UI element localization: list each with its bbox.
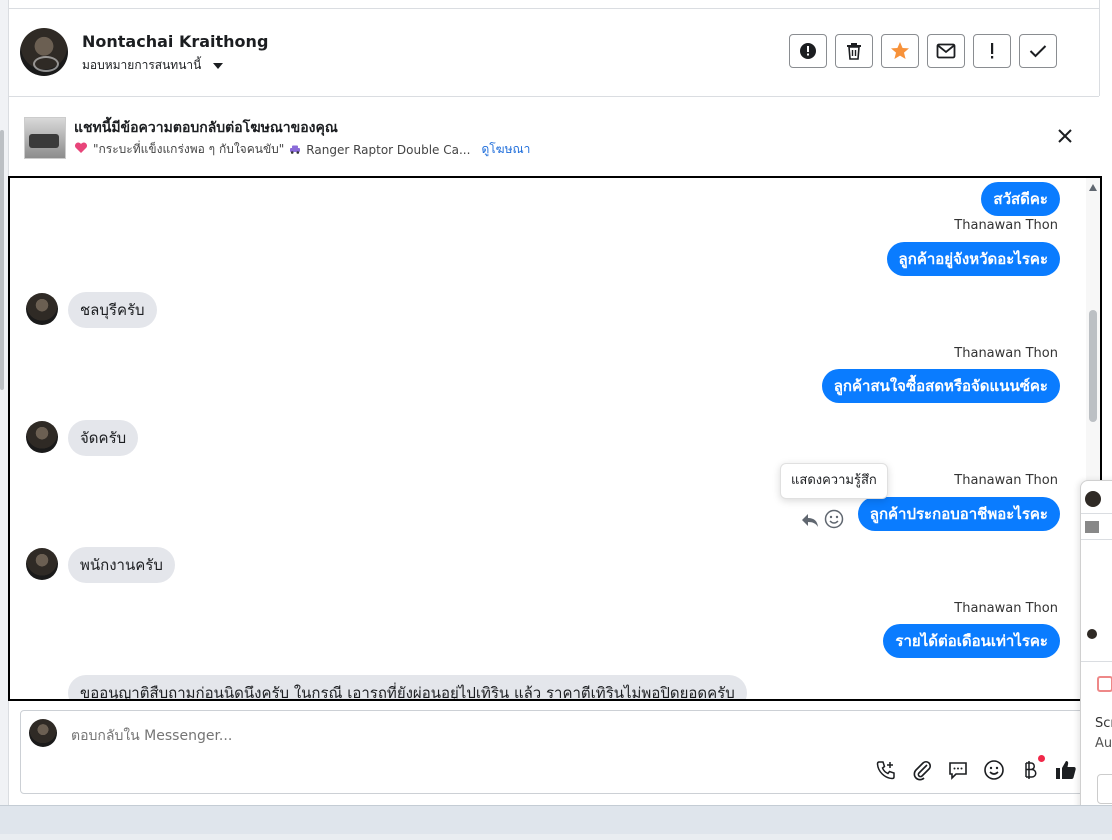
ad-banner-title: แชทนี้มีข้อความตอบกลับต่อโฆษณาของคุณ [74, 120, 338, 136]
chat-bubble-icon [949, 762, 967, 780]
header-actions [789, 34, 1057, 68]
message-outgoing[interactable]: ลูกค้าสนใจซื้อสดหรือจัดแนนซ์คะ [821, 369, 1060, 403]
mark-important-button[interactable] [973, 34, 1011, 68]
emoji-button[interactable] [983, 759, 1005, 781]
composer-tools [875, 755, 1077, 781]
car-icon [289, 143, 301, 157]
message-outgoing[interactable]: ลูกค้าอยู่จังหวัดอะไรคะ [886, 242, 1060, 276]
popup-divider [1081, 661, 1112, 662]
baht-icon [1025, 761, 1037, 779]
ad-quote: "กระบะที่แข็งแกร่งพอ ๆ กับใจคนขับ" [93, 142, 285, 156]
sender-name: Thanawan Thon [954, 473, 1058, 488]
scroll-up-arrow-icon[interactable] [1089, 184, 1097, 191]
envelope-icon [936, 43, 956, 59]
message-incoming[interactable]: ขออนุญาติสืบถามก่อนนิดนึงครับ ในกรณี เอา… [68, 675, 747, 699]
popup-ad-thumbnail [1085, 521, 1099, 533]
smiley-icon [984, 760, 1004, 780]
report-spam-button[interactable] [789, 34, 827, 68]
phone-plus-icon [876, 761, 895, 780]
app-logo-icon [1097, 676, 1112, 692]
paperclip-icon [913, 760, 932, 781]
message-outgoing[interactable]: รายได้ต่อเดือนเท่าไรคะ [883, 624, 1060, 658]
contact-name[interactable]: Nontachai Kraithong [82, 32, 268, 51]
star-button[interactable] [881, 34, 919, 68]
right-divider [1099, 0, 1100, 96]
like-button[interactable] [1055, 759, 1077, 781]
thread-scrollbar-thumb[interactable] [1089, 310, 1097, 422]
assign-label: มอบหมายการสนทนานี้ [82, 58, 202, 72]
close-icon [1058, 129, 1072, 143]
popup-avatar [1085, 491, 1101, 507]
mark-unread-button[interactable] [927, 34, 965, 68]
sender-name: Thanawan Thon [954, 346, 1058, 361]
react-tooltip: แสดงความรู้สึก [780, 463, 888, 499]
popup-button[interactable] [1097, 774, 1112, 804]
popup-avatar-small [1087, 629, 1097, 639]
check-icon [1029, 45, 1047, 58]
conversation-header: Nontachai Kraithong มอบหมายการสนทนานี้ [8, 8, 1099, 97]
assign-conversation-dropdown[interactable]: มอบหมายการสนทนานี้ [82, 56, 224, 75]
message-outgoing[interactable]: ลูกค้าประกอบอาชีพอะไรคะ [857, 497, 1060, 531]
star-icon [891, 42, 909, 59]
saved-replies-button[interactable] [947, 759, 969, 781]
view-ad-link[interactable]: ดูโฆษณา [481, 140, 530, 159]
message-incoming[interactable]: จัดครับ [68, 420, 139, 456]
reply-icon [802, 514, 818, 527]
popup-text-1: Scr [1095, 716, 1112, 731]
exclamation-icon [991, 43, 994, 59]
message-incoming[interactable]: พนักงานครับ [68, 547, 175, 583]
taskbar [0, 805, 1112, 840]
popup-text-2: Au [1095, 736, 1112, 751]
message-outgoing[interactable]: สวัสดีคะ [981, 182, 1060, 216]
mark-done-button[interactable] [1019, 34, 1057, 68]
message-incoming[interactable]: ชลบุรีครับ [68, 292, 157, 328]
thumbs-up-icon [1056, 761, 1076, 779]
message-composer [20, 710, 1088, 794]
contact-avatar-small[interactable] [26, 421, 58, 453]
reply-button[interactable] [800, 510, 820, 530]
chevron-down-icon [213, 62, 224, 69]
message-thread[interactable]: สวัสดีคะ Thanawan Thon ลูกค้าอยู่จังหวัด… [8, 176, 1102, 701]
contact-avatar-small[interactable] [26, 293, 58, 325]
sender-name: Thanawan Thon [954, 601, 1058, 616]
notification-dot [1038, 755, 1045, 762]
alert-circle-icon [800, 43, 816, 59]
react-button[interactable] [824, 509, 846, 531]
ad-thumbnail[interactable] [24, 117, 66, 159]
trash-icon [847, 43, 861, 60]
contact-avatar[interactable] [20, 28, 68, 76]
popup-divider [1081, 539, 1112, 540]
popup-divider [1081, 513, 1112, 514]
payment-button[interactable] [1019, 755, 1045, 781]
ad-product: Ranger Raptor Double Ca... [306, 142, 471, 157]
page-avatar [29, 719, 57, 747]
ad-reply-banner: แชทนี้มีข้อความตอบกลับต่อโฆษณาของคุณ "กร… [8, 97, 1099, 175]
smiley-icon [824, 509, 844, 529]
left-scrollbar-thumb[interactable] [0, 130, 4, 390]
contact-avatar-small[interactable] [26, 548, 58, 580]
call-button[interactable] [875, 759, 897, 781]
side-popup-window[interactable]: Scr Au [1080, 480, 1112, 822]
heart-icon [74, 142, 88, 157]
attach-button[interactable] [911, 759, 933, 781]
delete-button[interactable] [835, 34, 873, 68]
close-banner-button[interactable] [1056, 127, 1074, 145]
reply-input[interactable] [69, 727, 673, 745]
ad-banner-subtitle: "กระบะที่แข็งแกร่งพอ ๆ กับใจคนขับ" Range… [74, 140, 530, 159]
sender-name: Thanawan Thon [954, 218, 1058, 233]
